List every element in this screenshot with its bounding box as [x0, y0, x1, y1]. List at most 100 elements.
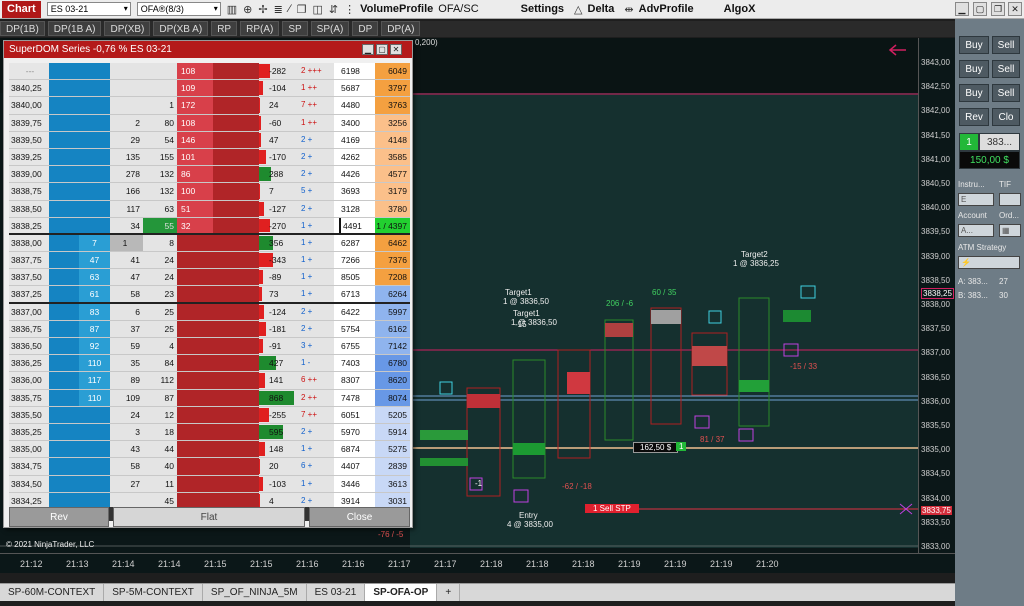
sell-order-cell[interactable] [213, 252, 259, 269]
ladder-row[interactable]: 3835,25 3 18 595 2 + 5970 5914 [9, 423, 410, 442]
sell-order-cell[interactable] [213, 406, 259, 423]
bar-type-selector[interactable]: OFA®(8/3) ▾ [136, 2, 221, 16]
price-cell[interactable]: 3838,75 [9, 183, 49, 200]
delta-button[interactable]: Delta [588, 3, 615, 15]
sell-order-cell[interactable] [213, 389, 259, 406]
buy-order-cell[interactable] [49, 166, 79, 183]
restore-icon[interactable]: ❐ [991, 2, 1005, 16]
price-cell[interactable]: 3836,25 [9, 355, 49, 372]
buy-order-cell[interactable] [49, 269, 79, 286]
price-cell[interactable]: 3835,75 [9, 389, 49, 406]
study-tab[interactable]: SP [282, 21, 308, 36]
flatten-button[interactable]: Flat [113, 507, 305, 527]
buy-order-cell[interactable] [49, 372, 79, 389]
close-position-button[interactable]: Clo [992, 108, 1020, 126]
sell-order-cell[interactable] [213, 166, 259, 183]
reverse-button[interactable]: Rev [959, 108, 989, 126]
study-tab[interactable]: RP [211, 21, 238, 36]
ladder-row[interactable]: 3839,00 278 132 86 288 2 + 4426 4577 [9, 166, 410, 184]
buy-order-cell[interactable] [49, 338, 79, 355]
sell-order-cell[interactable] [213, 183, 259, 200]
study-tab[interactable]: DP(XB) [104, 21, 151, 36]
zoom-icon[interactable]: ⊕ [243, 3, 252, 16]
price-cell[interactable]: 3838,25 [9, 217, 49, 233]
buy-order-cell[interactable] [49, 458, 79, 475]
ladder-row[interactable]: 3837,25 61 58 23 73 1 + 6713 6264 [9, 286, 410, 304]
sell-order-cell[interactable] [213, 458, 259, 475]
study-tab[interactable]: DP(1B A) [47, 21, 102, 36]
share-icon[interactable]: ⇵ [329, 3, 338, 16]
sell-stop-button[interactable]: Sell [992, 84, 1020, 102]
order-quantity-select[interactable]: ▦ [999, 224, 1021, 237]
buy-order-cell[interactable] [49, 389, 79, 406]
price-cell[interactable]: 3835,25 [9, 423, 49, 441]
buy-order-cell[interactable] [49, 406, 79, 423]
close-button[interactable]: Close [309, 507, 410, 527]
ladder-row[interactable]: 3838,50 117 63 51 -127 2 + 3128 3780 [9, 200, 410, 218]
ladder-row[interactable]: 3837,50 63 47 24 -89 1 + 8505 7208 [9, 269, 410, 287]
sell-order-cell[interactable] [213, 441, 259, 458]
sell-order-cell[interactable] [213, 320, 259, 337]
price-cell[interactable]: 3837,00 [9, 303, 49, 320]
algox-button[interactable]: AlgoX [724, 3, 756, 15]
buy-order-cell[interactable] [49, 252, 79, 269]
price-cell[interactable]: --- [9, 63, 49, 80]
ofa-sc-button[interactable]: OFA/SC [438, 3, 478, 15]
chart-menu-button[interactable]: Chart [2, 0, 41, 18]
snapshot-icon[interactable]: ◫ [313, 3, 323, 16]
buy-order-cell[interactable] [49, 131, 79, 148]
superdom-window[interactable]: SuperDOM Series -0,76 % ES 03-21 ▁ ▢ ✕ -… [3, 40, 413, 528]
buy-order-cell[interactable] [49, 80, 79, 97]
price-cell[interactable]: 3835,50 [9, 406, 49, 423]
buy-order-cell[interactable] [49, 217, 79, 233]
ladder-row[interactable]: 3836,00 117 89 112 141 6 ++ 8307 8620 [9, 372, 410, 390]
price-axis[interactable]: 3843,00 3842,50 3842,00 3841,50 3841,00 3840,… [918, 38, 955, 553]
adv-profile-button[interactable]: AdvProfile [639, 3, 694, 15]
chart-tab[interactable]: ES 03-21 [307, 584, 366, 601]
price-cell[interactable]: 3836,50 [9, 338, 49, 355]
sell-order-cell[interactable] [213, 372, 259, 389]
templates-icon[interactable]: ❐ [297, 3, 307, 16]
sell-stop-order[interactable]: 1 Sell STP [585, 504, 639, 513]
price-cell[interactable]: 3836,00 [9, 372, 49, 389]
position-pl-box[interactable]: 162,50 $ [633, 442, 679, 453]
price-cell[interactable]: 3840,25 [9, 80, 49, 97]
buy-limit-button[interactable]: Buy [959, 60, 989, 78]
sell-order-cell[interactable] [213, 63, 259, 80]
sell-order-cell[interactable] [213, 286, 259, 302]
price-cell[interactable]: 3837,25 [9, 286, 49, 302]
sell-market-button[interactable]: Sell [992, 36, 1020, 54]
account-select[interactable]: A... [958, 224, 994, 237]
buy-order-cell[interactable] [49, 441, 79, 458]
price-ladder[interactable]: --- 108 -282 2 +++ 6198 6049 3840,25 109 -104 1 +… [9, 63, 410, 510]
sell-order-cell[interactable] [213, 148, 259, 166]
ladder-row[interactable]: 3835,00 43 44 148 1 + 6874 5275 [9, 441, 410, 459]
volume-profile-button[interactable]: VolumeProfile [360, 3, 433, 15]
study-tab[interactable]: DP(XB A) [153, 21, 209, 36]
close-icon[interactable]: ✕ [1008, 2, 1022, 16]
buy-order-cell[interactable] [49, 97, 79, 114]
chart-tab[interactable]: SP-60M-CONTEXT [0, 584, 105, 601]
minimize-icon[interactable]: ▁ [955, 2, 969, 16]
sell-order-cell[interactable] [213, 234, 259, 252]
tif-select[interactable] [999, 193, 1021, 206]
buy-order-cell[interactable] [49, 286, 79, 302]
minimize-icon[interactable]: ▁ [362, 44, 374, 55]
study-tab[interactable]: SP(A) [310, 21, 350, 36]
ladder-row[interactable]: 3836,75 87 37 25 -181 2 + 5754 6162 [9, 320, 410, 338]
price-cell[interactable]: 3839,50 [9, 131, 49, 148]
bar-chart-icon[interactable]: ▥ [227, 3, 237, 16]
ladder-row[interactable]: 3839,75 2 80 108 -60 1 ++ 3400 3256 [9, 114, 410, 132]
ladder-row[interactable]: 3836,25 110 35 84 427 1 - 7403 6780 [9, 355, 410, 373]
sell-order-cell[interactable] [213, 217, 259, 233]
settings-button[interactable]: Settings [521, 3, 564, 15]
ladder-row[interactable]: 3835,75 110 109 87 868 2 ++ 7478 8074 [9, 389, 410, 407]
buy-order-cell[interactable] [49, 475, 79, 492]
sell-order-cell[interactable] [213, 355, 259, 372]
buy-order-cell[interactable] [49, 303, 79, 320]
study-tab[interactable]: DP(A) [381, 21, 421, 36]
sell-order-cell[interactable] [213, 338, 259, 355]
close-icon[interactable]: ✕ [390, 44, 402, 55]
ladder-row[interactable]: 3839,25 135 155 101 -170 2 + 4262 3585 [9, 148, 410, 167]
buy-order-cell[interactable] [49, 234, 79, 252]
